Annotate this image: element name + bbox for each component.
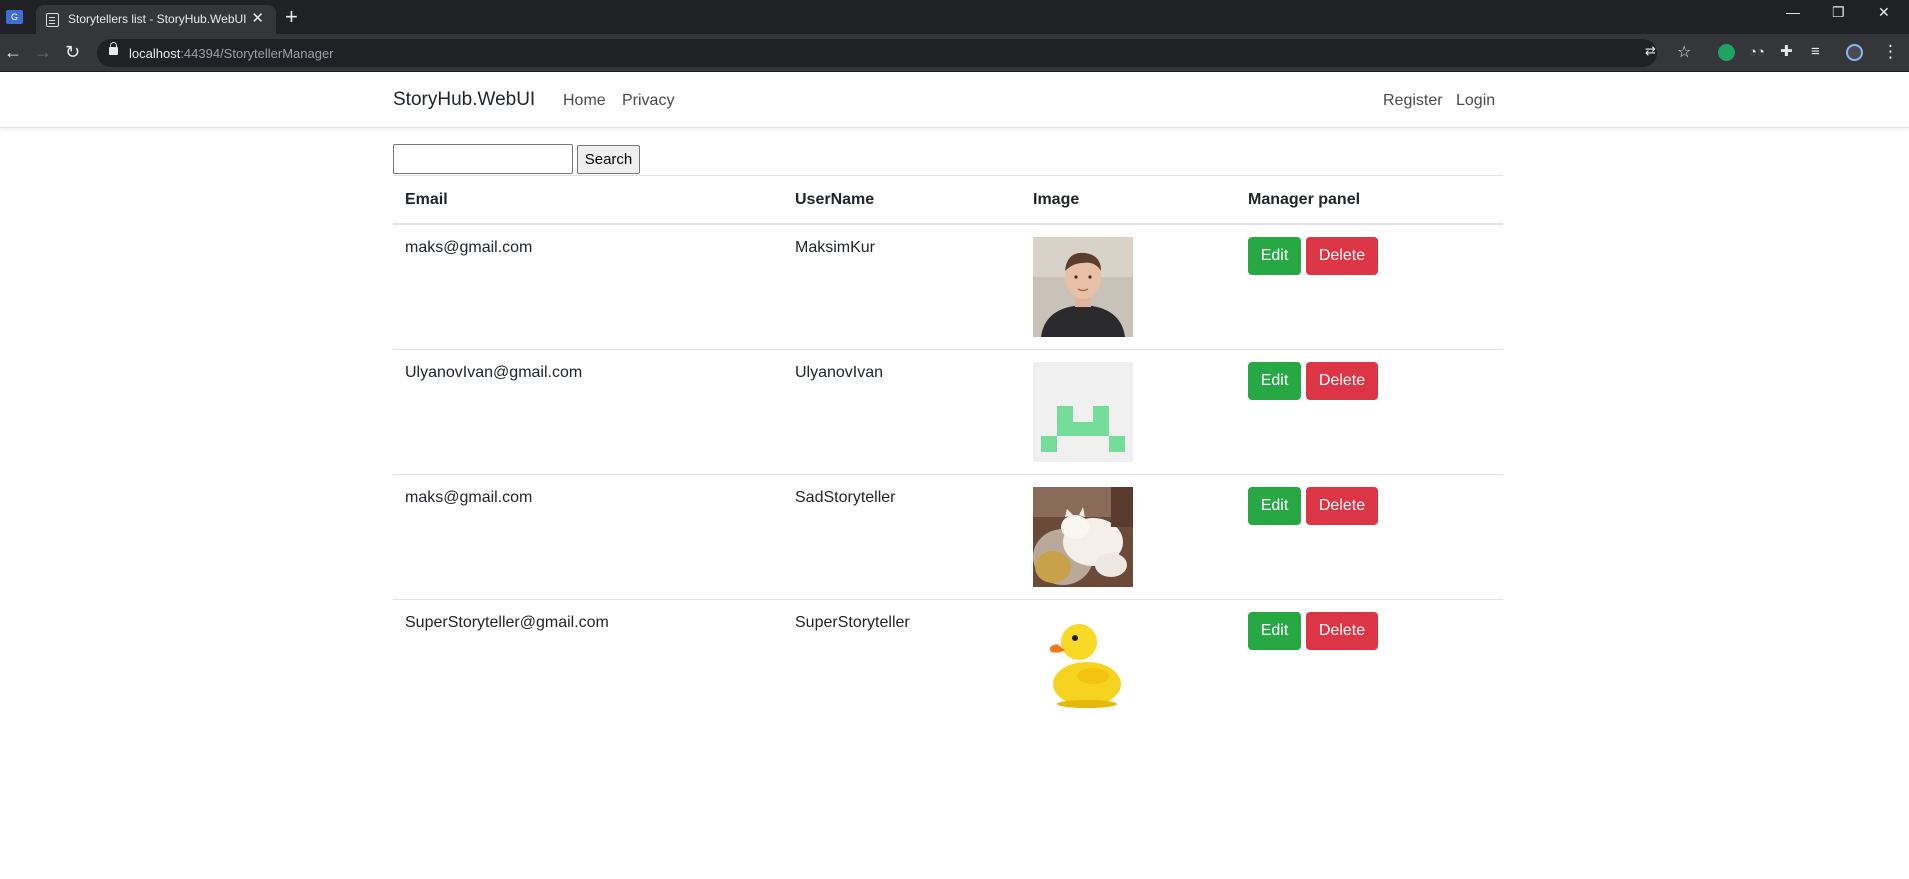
url-text[interactable]: localhost:44394/StorytellerManager — [129, 46, 334, 61]
spy-extension-icon[interactable]: ◔◔ — [1749, 43, 1765, 61]
email-cell: SuperStoryteller@gmail.com — [405, 614, 609, 631]
header-username: UserName — [795, 191, 875, 208]
email-cell: maks@gmail.com — [405, 239, 533, 256]
close-window-icon[interactable]: ✕ — [1878, 4, 1890, 21]
username-cell: SadStoryteller — [795, 489, 896, 506]
close-tab-icon[interactable]: ✕ — [251, 9, 264, 27]
edit-button[interactable]: Edit — [1248, 362, 1301, 400]
url-host: localhost — [129, 46, 181, 61]
delete-button[interactable]: Delete — [1306, 237, 1378, 275]
delete-button[interactable]: Delete — [1306, 612, 1378, 650]
table-row: maks@gmail.com SadStoryteller Edit Delet — [393, 475, 1503, 600]
reload-icon[interactable]: ↻ — [65, 42, 80, 62]
url-path: :44394/StorytellerManager — [180, 46, 334, 61]
header-email: Email — [405, 191, 448, 208]
forward-icon[interactable]: → — [34, 42, 52, 62]
table-row: SuperStoryteller@gmail.com SuperStorytel… — [393, 600, 1503, 725]
minimize-icon[interactable]: — — [1786, 4, 1800, 20]
nav-link-register[interactable]: Register — [1383, 92, 1443, 110]
avatar-identicon — [1033, 362, 1133, 462]
table-row: maks@gmail.com MaksimKur Edit Delete — [393, 225, 1503, 350]
back-icon[interactable]: ← — [4, 42, 22, 62]
username-cell: SuperStoryteller — [795, 614, 910, 631]
address-bar[interactable]: localhost:44394/StorytellerManager ⇄ ☆ — [97, 39, 1691, 67]
nav-link-login[interactable]: Login — [1456, 92, 1495, 110]
storytellers-table: Email UserName Image Manager panel maks@… — [393, 175, 1503, 725]
web-page: StoryHub.WebUI Home Privacy Register Log… — [0, 72, 1909, 879]
email-cell: maks@gmail.com — [405, 489, 533, 506]
app-launcher-icon[interactable]: G — [6, 10, 23, 24]
grammarly-extension-icon[interactable] — [1718, 44, 1735, 61]
profile-icon[interactable] — [1846, 44, 1863, 61]
search-button[interactable]: Search — [577, 145, 640, 174]
tab-title: Storytellers list - StoryHub.WebUI — [68, 12, 247, 26]
nav-link-home[interactable]: Home — [563, 92, 606, 110]
nav-link-privacy[interactable]: Privacy — [622, 92, 674, 110]
browser-tab-strip: G Storytellers list - StoryHub.WebUI ✕ +… — [0, 0, 1909, 34]
avatar-rubber-duck — [1033, 612, 1133, 712]
translate-icon[interactable]: ⇄ — [1645, 43, 1656, 59]
star-icon[interactable]: ☆ — [1677, 42, 1691, 62]
email-cell: UlyanovIvan@gmail.com — [405, 364, 583, 381]
page-favicon-icon — [46, 13, 59, 27]
avatar-photo-cat — [1033, 487, 1133, 587]
restore-icon[interactable]: ❐ — [1832, 4, 1845, 21]
site-brand[interactable]: StoryHub.WebUI — [393, 89, 535, 111]
menu-icon[interactable]: ⋮ — [1882, 43, 1899, 61]
browser-toolbar: ← → ↻ localhost:44394/StorytellerManager… — [0, 34, 1909, 72]
site-navbar: StoryHub.WebUI Home Privacy Register Log… — [0, 72, 1909, 128]
username-cell: MaksimKur — [795, 239, 876, 256]
lock-icon[interactable] — [109, 42, 118, 55]
username-cell: UlyanovIvan — [795, 364, 884, 381]
delete-button[interactable]: Delete — [1306, 362, 1378, 400]
avatar-photo-man — [1033, 237, 1133, 337]
header-image: Image — [1033, 191, 1080, 208]
edit-button[interactable]: Edit — [1248, 612, 1301, 650]
table-row: UlyanovIvan@gmail.com UlyanovIvan Edit D… — [393, 350, 1503, 475]
search-input[interactable] — [393, 144, 573, 174]
header-manager-panel: Manager panel — [1248, 191, 1361, 208]
browser-tab[interactable]: Storytellers list - StoryHub.WebUI ✕ — [36, 5, 276, 34]
edit-button[interactable]: Edit — [1248, 487, 1301, 525]
delete-button[interactable]: Delete — [1306, 487, 1378, 525]
extension-icon[interactable]: ✚ — [1780, 43, 1793, 61]
table-header: Email UserName Image Manager panel — [393, 175, 1503, 225]
new-tab-icon[interactable]: + — [285, 4, 298, 30]
edit-button[interactable]: Edit — [1248, 237, 1301, 275]
reading-list-icon[interactable]: ≡ — [1811, 43, 1820, 61]
